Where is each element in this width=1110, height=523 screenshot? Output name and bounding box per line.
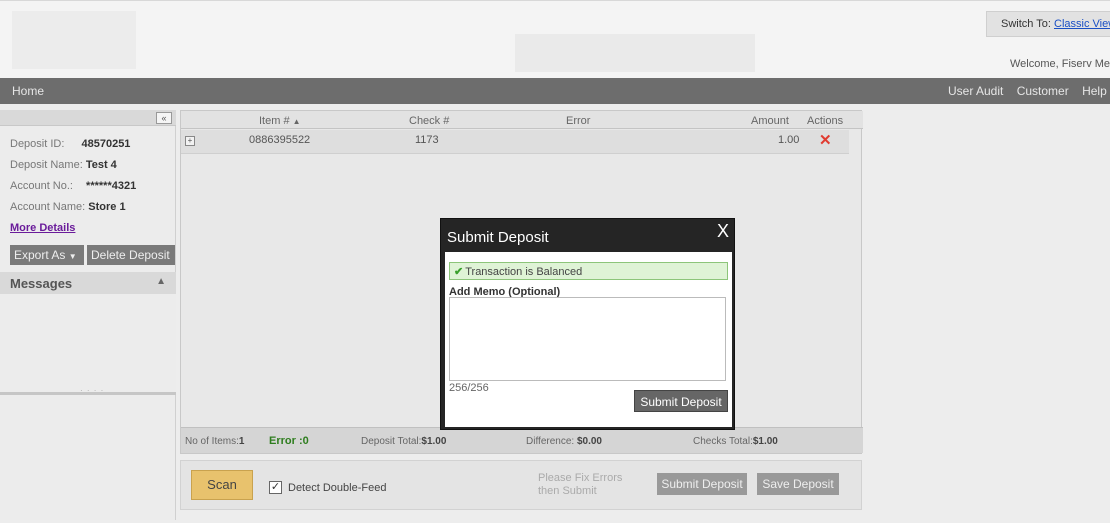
footer-item-count-value: 1 <box>238 436 245 447</box>
cell-item: 0886395522 <box>249 134 311 146</box>
panel-collapse-bar: « <box>0 110 176 126</box>
close-icon[interactable]: X <box>717 222 729 240</box>
scan-button[interactable]: Scan <box>191 470 253 500</box>
green-check-icon: ✔ <box>454 266 464 278</box>
footer-item-count-label: No of Items: <box>185 436 239 447</box>
balanced-status-text: Transaction is Balanced <box>465 266 583 278</box>
column-header-check[interactable]: Check # <box>409 115 449 127</box>
footer-difference: Difference: $0.00 <box>526 436 602 447</box>
account-no-label: Account No.: <box>10 180 73 192</box>
plus-box-icon[interactable]: + <box>185 136 195 146</box>
switch-to-label: Switch To: <box>1001 18 1051 30</box>
submit-deposit-dialog: Submit Deposit X ✔ Transaction is Balance… <box>440 218 735 430</box>
detect-double-feed-checkbox[interactable]: ✓ <box>269 481 282 494</box>
footer-error-count: Error :0 <box>269 435 309 447</box>
table-row[interactable]: + 0886395522 1173 1.00 ✕ <box>181 130 849 154</box>
detect-double-feed-label: Detect Double-Feed <box>288 482 387 494</box>
triangle-up-icon[interactable]: ▲ <box>156 276 166 287</box>
deposit-id-label: Deposit ID: <box>10 138 65 150</box>
column-header-item[interactable]: Item # ▲ <box>259 115 301 127</box>
nav-customer[interactable]: Customer <box>1017 84 1069 98</box>
app-header: Switch To: Classic View Welcome, Fiserv … <box>0 0 1110 78</box>
account-name-value: Store 1 <box>88 201 126 213</box>
account-name-row: Account Name: Store 1 <box>10 201 126 213</box>
deposit-name-label: Deposit Name: <box>10 159 83 171</box>
footer-checks-total-label: Checks Total: <box>693 436 753 447</box>
deposit-id-row: Deposit ID: 48570251 <box>10 138 130 150</box>
dialog-submit-deposit-button[interactable]: Submit Deposit <box>634 390 728 412</box>
footer-difference-value: $0.00 <box>576 436 602 447</box>
account-name-label: Account Name: <box>10 201 86 213</box>
deposit-id-value: 48570251 <box>81 138 131 150</box>
dialog-title: Submit Deposit <box>447 229 549 246</box>
deposit-name-row: Deposit Name: Test 4 <box>10 159 117 171</box>
fix-errors-hint: Please Fix Errors then Submit <box>538 472 623 497</box>
column-header-actions: Actions <box>807 115 844 127</box>
nav-user-audit[interactable]: User Audit <box>948 84 1003 98</box>
messages-header[interactable]: Messages ▲ <box>0 272 176 294</box>
footer-checks-total-value: $1.00 <box>752 436 778 447</box>
action-bar: Scan ✓ Detect Double-Feed Please Fix Err… <box>180 460 862 510</box>
main-nav: Home User Audit Customer Help <box>0 78 1110 104</box>
grid-header: Item # ▲ Check # Error Amount Actions <box>181 111 863 129</box>
dialog-body: ✔ Transaction is Balanced Add Memo (Optio… <box>445 252 732 427</box>
deposit-name-value: Test 4 <box>85 159 117 171</box>
red-x-icon[interactable]: ✕ <box>819 133 832 148</box>
double-chevron-left-icon[interactable]: « <box>156 112 172 124</box>
column-header-error[interactable]: Error <box>566 115 590 127</box>
nav-help[interactable]: Help <box>1082 84 1107 98</box>
banner-placeholder <box>515 34 755 72</box>
more-details-link[interactable]: More Details <box>10 222 75 234</box>
save-deposit-button[interactable]: Save Deposit <box>757 473 839 495</box>
cell-amount: 1.00 <box>778 134 800 146</box>
footer-checks-total: Checks Total:$1.00 <box>693 436 778 447</box>
export-as-label: Export As <box>14 248 66 262</box>
account-no-row: Account No.: ******4321 <box>10 180 136 192</box>
column-header-item-label: Item # <box>259 115 290 127</box>
classic-view-link[interactable]: Classic View <box>1054 18 1110 30</box>
column-header-amount[interactable]: Amount <box>751 115 789 127</box>
export-as-button[interactable]: Export As ▼ <box>10 245 84 265</box>
nav-home[interactable]: Home <box>12 84 44 98</box>
account-no-value: ******4321 <box>86 180 137 192</box>
memo-char-count: 256/256 <box>449 382 489 394</box>
logo-placeholder <box>12 11 136 69</box>
messages-divider[interactable] <box>0 392 176 395</box>
grid-footer: No of Items:1 Error :0 Deposit Total:$1.… <box>181 427 863 453</box>
submit-deposit-button[interactable]: Submit Deposit <box>657 473 747 495</box>
welcome-text: Welcome, Fiserv Merchant <box>1010 58 1110 70</box>
messages-title: Messages <box>10 276 73 291</box>
deposit-info-panel: « Deposit ID: 48570251 Deposit Name: Tes… <box>0 110 176 520</box>
nav-right-menu: User Audit Customer Help <box>948 84 1110 98</box>
delete-deposit-button[interactable]: Delete Deposit <box>87 245 175 265</box>
balanced-status-bar: ✔ Transaction is Balanced <box>449 262 728 280</box>
footer-item-count: No of Items:1 <box>185 436 244 447</box>
cell-check: 1173 <box>415 134 439 146</box>
footer-deposit-total: Deposit Total:$1.00 <box>361 436 446 447</box>
messages-body <box>0 294 176 392</box>
memo-input[interactable] <box>449 297 726 381</box>
footer-deposit-total-label: Deposit Total: <box>361 436 422 447</box>
footer-difference-label: Difference: <box>526 436 575 447</box>
caret-down-icon: ▼ <box>68 252 77 261</box>
sort-asc-icon: ▲ <box>292 117 301 126</box>
footer-deposit-total-value: $1.00 <box>421 436 447 447</box>
switch-view-bar: Switch To: Classic View <box>986 11 1110 37</box>
